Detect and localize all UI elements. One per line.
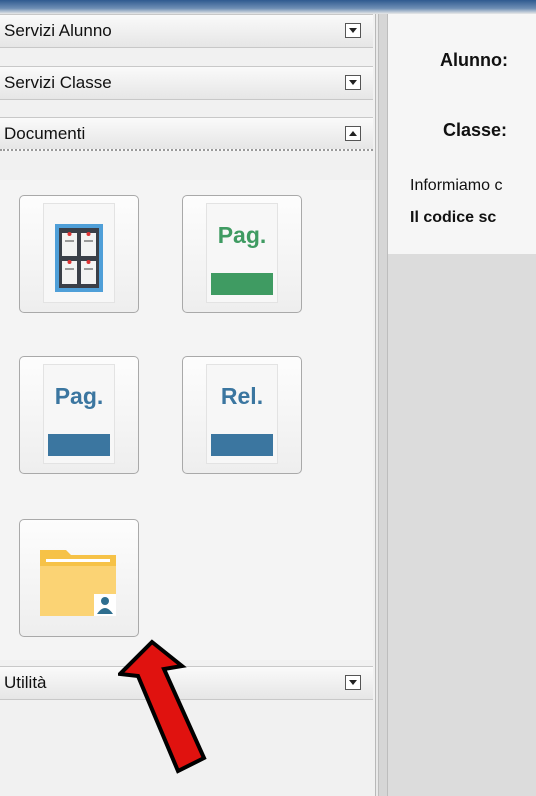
student-folder-icon	[40, 550, 116, 616]
report-icon: Rel.	[207, 365, 277, 463]
section-servizi-alunno[interactable]: Servizi Alunno	[0, 14, 373, 48]
bulletin-board-icon	[55, 224, 103, 292]
window-top-bar	[0, 0, 536, 14]
report-card-tile[interactable]: Pag.	[19, 356, 139, 474]
tile-bar	[211, 273, 273, 295]
info-text: Informiamo c	[410, 177, 503, 194]
report-tile[interactable]: Rel.	[182, 356, 302, 474]
tile-code: Pag.	[54, 383, 104, 409]
splitter[interactable]	[378, 14, 388, 796]
tile-code: Pag.	[217, 222, 267, 248]
bulletin-board-tile[interactable]	[19, 195, 139, 313]
report-card-icon: Pag.	[44, 365, 114, 463]
report-card-tile[interactable]: Pag.	[182, 195, 302, 313]
red-arrow-icon	[118, 639, 207, 774]
section-label: Servizi Alunno	[4, 21, 112, 40]
content-area	[388, 254, 536, 796]
tile-code: Rel.	[220, 383, 264, 409]
documents-panel: Pag. Pag. Rel.	[0, 180, 373, 660]
expand-icon[interactable]	[345, 675, 361, 690]
section-documenti[interactable]: Documenti	[0, 117, 373, 151]
tile-bar	[48, 434, 110, 456]
expand-icon[interactable]	[345, 75, 361, 90]
alunno-label: Alunno:	[440, 50, 508, 70]
classe-label: Classe:	[443, 120, 508, 140]
report-card-icon: Pag.	[207, 204, 277, 302]
student-info-panel: Alunno: Classe: Informiamo c Il codice s…	[388, 14, 536, 255]
section-servizi-classe[interactable]: Servizi Classe	[0, 66, 373, 100]
tile-bar	[211, 434, 273, 456]
tile-card	[44, 204, 114, 302]
section-label: Servizi Classe	[4, 73, 112, 92]
student-folder-tile[interactable]	[19, 519, 139, 637]
collapse-icon[interactable]	[345, 126, 361, 141]
code-text: Il codice sc	[410, 209, 497, 226]
expand-icon[interactable]	[345, 23, 361, 38]
section-label: Documenti	[4, 124, 86, 143]
tile-card	[40, 528, 116, 626]
section-label: Utilità	[4, 673, 47, 692]
